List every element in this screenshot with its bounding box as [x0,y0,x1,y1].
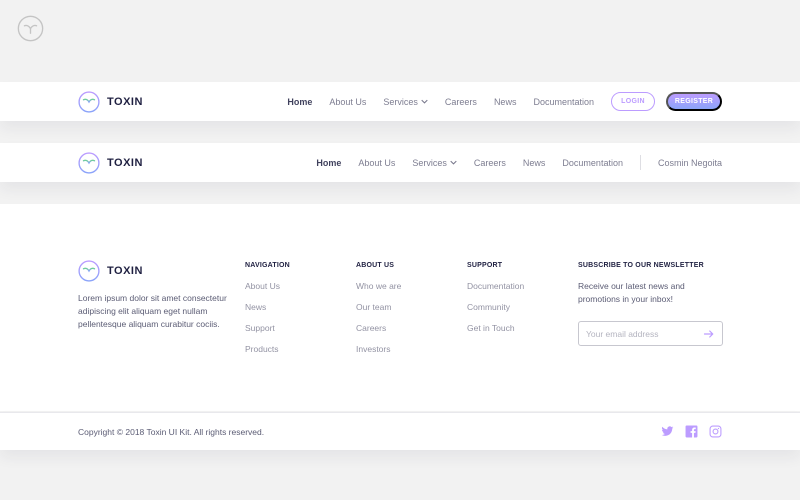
arrow-right-icon[interactable] [703,328,715,340]
footer-link-get-in-touch[interactable]: Get in Touch [467,323,524,333]
newsletter-form [578,321,723,346]
facebook-icon[interactable] [685,425,698,438]
header-guest: TOXIN Home About Us Services Careers New… [0,82,800,121]
footer-link-news[interactable]: News [245,302,290,312]
brand-name: TOXIN [107,157,143,169]
footer-brand-logo[interactable]: TOXIN [78,260,143,282]
footer-link-documentation[interactable]: Documentation [467,281,524,291]
brand-name: TOXIN [107,265,143,277]
footer-link-who-we-are[interactable]: Who we are [356,281,401,291]
newsletter: SUBSCRIBE TO OUR NEWSLETTER Receive our … [578,262,723,346]
nav-services-label: Services [383,96,418,107]
chevron-down-icon [421,99,428,104]
social-links [650,425,722,438]
newsletter-title: SUBSCRIBE TO OUR NEWSLETTER [578,262,704,269]
main-nav: Home About Us Services Careers News Docu… [316,143,722,182]
footer-link-about-us[interactable]: About Us [245,281,290,291]
copyright-text: Copyright © 2018 Toxin UI Kit. All right… [78,427,265,437]
twitter-icon[interactable] [661,425,674,438]
register-button[interactable]: REGISTER [666,92,722,111]
nav-documentation[interactable]: Documentation [562,158,623,168]
main-nav: Home About Us Services Careers News Docu… [287,82,722,121]
logo-mark-icon [17,15,44,42]
brand-logo[interactable]: TOXIN [78,91,143,113]
footer-column-about-us: ABOUT US Who we are Our team Careers Inv… [356,262,401,354]
nav-home[interactable]: Home [287,97,312,107]
brand-logo[interactable]: TOXIN [78,152,143,174]
copyright-bar: Copyright © 2018 Toxin UI Kit. All right… [0,412,800,450]
footer: TOXIN Lorem ipsum dolor sit amet consect… [0,204,800,411]
instagram-icon[interactable] [709,425,722,438]
header-logged-in: TOXIN Home About Us Services Careers New… [0,143,800,182]
nav-careers[interactable]: Careers [445,97,477,107]
user-name-link[interactable]: Cosmin Negoita [658,158,722,168]
nav-home[interactable]: Home [316,158,341,168]
nav-documentation[interactable]: Documentation [533,97,594,107]
footer-column-support: SUPPORT Documentation Community Get in T… [467,262,524,333]
nav-careers[interactable]: Careers [474,158,506,168]
column-title: NAVIGATION [245,262,290,269]
nav-news[interactable]: News [494,97,517,107]
footer-link-our-team[interactable]: Our team [356,302,401,312]
login-button[interactable]: LOGIN [611,92,655,111]
newsletter-text: Receive our latest news and promotions i… [578,281,685,304]
nav-services-label: Services [412,157,447,168]
column-title: SUPPORT [467,262,503,269]
footer-link-products[interactable]: Products [245,344,290,354]
nav-services[interactable]: Services [383,97,428,107]
brand-name: TOXIN [107,96,143,108]
footer-link-investors[interactable]: Investors [356,344,401,354]
chevron-down-icon [450,160,457,165]
footer-link-support[interactable]: Support [245,323,290,333]
footer-link-community[interactable]: Community [467,302,524,312]
footer-link-careers[interactable]: Careers [356,323,401,333]
toxin-logo-icon [78,152,100,174]
email-input[interactable] [586,328,696,339]
footer-description: Lorem ipsum dolor sit amet consectetur a… [78,293,227,329]
nav-about-us[interactable]: About Us [329,97,366,107]
nav-divider [639,155,641,170]
nav-services[interactable]: Services [412,158,457,168]
footer-column-navigation: NAVIGATION About Us News Support Product… [245,262,290,354]
nav-about-us[interactable]: About Us [358,158,395,168]
column-title: ABOUT US [356,262,395,269]
toxin-logo-icon [78,91,100,113]
nav-news[interactable]: News [523,158,546,168]
toxin-logo-icon [78,260,100,282]
